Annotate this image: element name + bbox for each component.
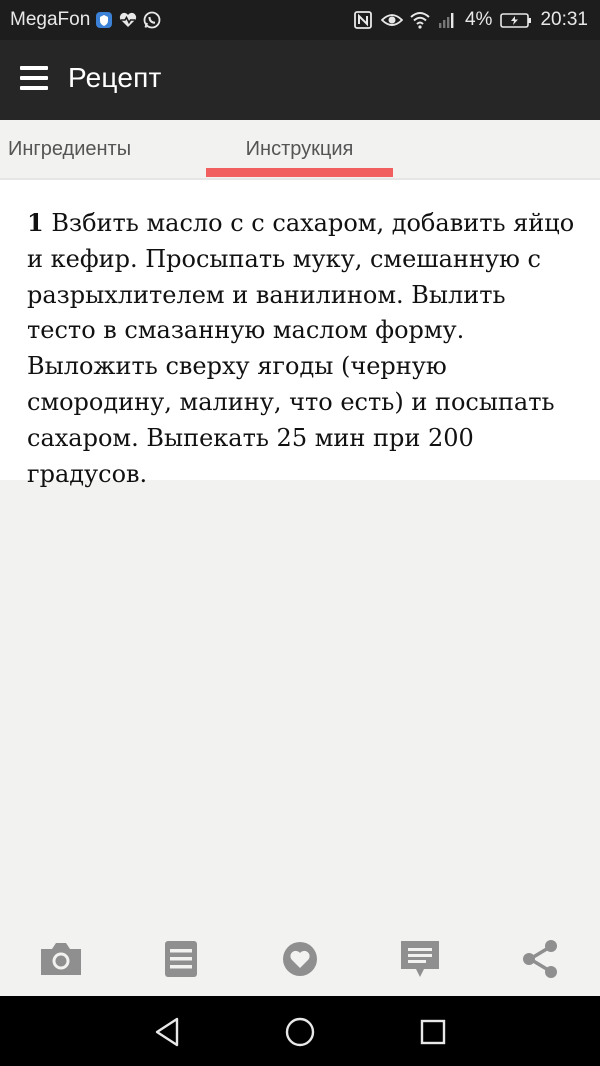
bottom-action-bar: [0, 925, 600, 995]
signal-icon: [437, 10, 457, 30]
share-icon[interactable]: [516, 937, 564, 981]
camera-icon[interactable]: [37, 937, 85, 981]
step-text: Взбить масло с с сахаром, добавить яйцо …: [27, 209, 575, 488]
battery-percent: 4%: [464, 9, 493, 30]
nfc-icon: [353, 10, 373, 30]
heart-pulse-icon: [118, 10, 138, 30]
battery-icon: [500, 10, 532, 30]
status-left: MegaFon: [10, 9, 162, 31]
instruction-step: 1 Взбить масло с с сахаром, добавить яйц…: [27, 205, 577, 492]
step-number: 1: [27, 208, 44, 237]
tab-ingredients[interactable]: Ингредиенты: [0, 120, 158, 178]
notes-icon[interactable]: [157, 937, 205, 981]
heart-icon[interactable]: [276, 937, 324, 981]
status-right: 4% 20:31: [353, 9, 588, 31]
wifi-icon: [409, 10, 430, 30]
shield-icon: [94, 10, 114, 30]
home-icon[interactable]: [280, 1014, 320, 1050]
recents-icon[interactable]: [413, 1014, 453, 1050]
system-nav-bar: [0, 996, 600, 1066]
app-toolbar: Рецепт: [0, 40, 600, 120]
comment-icon[interactable]: [396, 937, 444, 981]
back-icon[interactable]: [148, 1014, 188, 1050]
instructions-card: 1 Взбить масло с с сахаром, добавить яйц…: [0, 180, 600, 488]
carrier-name: MegaFon: [10, 9, 91, 30]
clock: 20:31: [540, 9, 588, 30]
hamburger-menu-icon[interactable]: [20, 66, 48, 92]
eye-icon: [380, 10, 404, 30]
whatsapp-icon: [142, 10, 162, 30]
status-bar: MegaFon 4% 20:31: [0, 0, 600, 40]
active-tab-indicator: [206, 168, 393, 177]
page-title: Рецепт: [68, 62, 162, 93]
